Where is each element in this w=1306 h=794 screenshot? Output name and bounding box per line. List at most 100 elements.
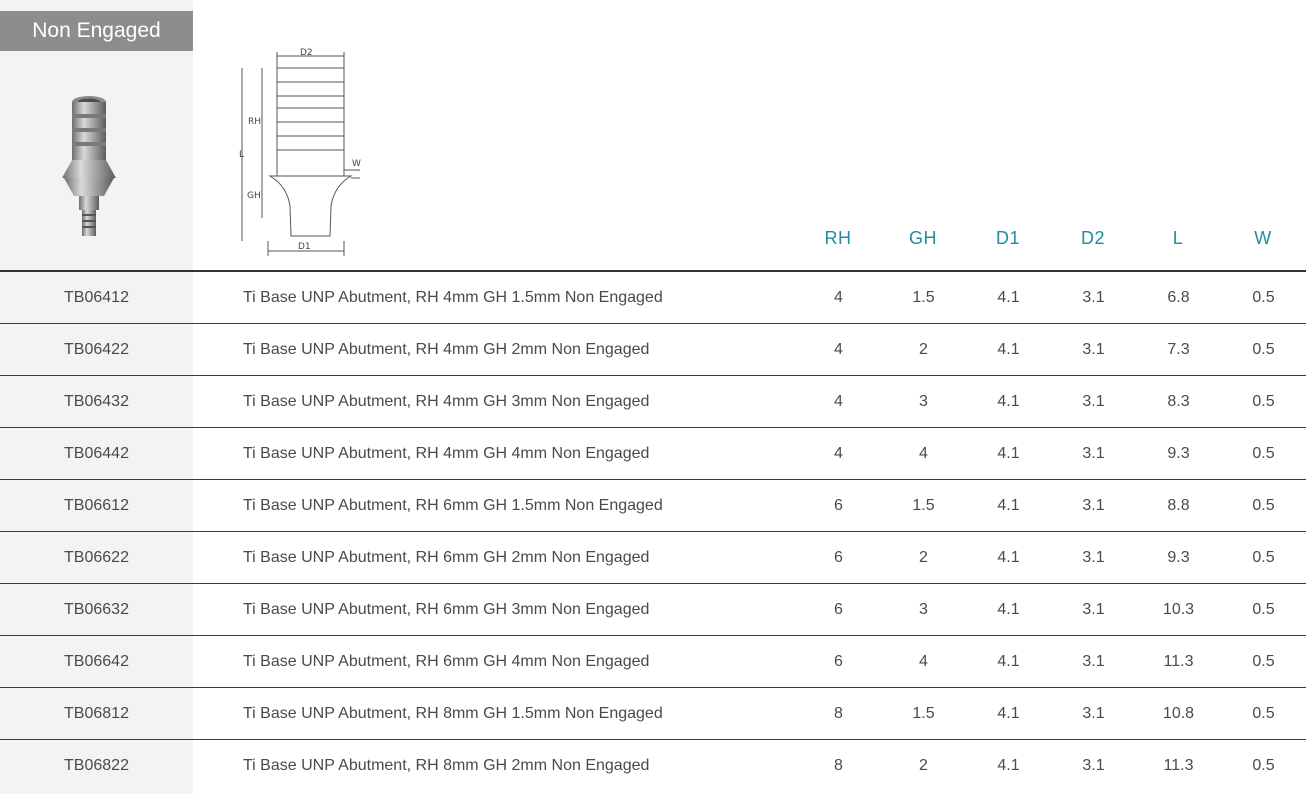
- col-header-d2: D2: [1080, 228, 1105, 248]
- cell-l: 10.3: [1136, 583, 1221, 636]
- dimension-drawing: D2 RH L W GH D1: [239, 48, 361, 256]
- cell-d2: 3.1: [1051, 583, 1136, 636]
- cell-l: 6.8: [1136, 272, 1221, 324]
- cell-d2: 3.1: [1051, 323, 1136, 376]
- label-rh: RH: [248, 117, 261, 127]
- cell-rh: 8: [834, 756, 843, 774]
- cell-d2: 3.1: [1082, 756, 1105, 774]
- cell-code: TB06432: [0, 375, 193, 428]
- cell-d2: 3.1: [1051, 531, 1136, 584]
- cell-rh: 4: [796, 272, 881, 324]
- cell-d1: 4.1: [966, 272, 1051, 324]
- cell-d2: 3.1: [1051, 635, 1136, 688]
- cell-rh: 8: [796, 687, 881, 740]
- col-header-d1: D1: [995, 228, 1020, 248]
- cell-d1: 4.1: [966, 375, 1051, 428]
- cell-code: TB06612: [0, 479, 193, 532]
- cell-rh: 6: [796, 531, 881, 584]
- col-header-l: L: [1172, 228, 1184, 248]
- cell-d2: 3.1: [1051, 687, 1136, 740]
- cell-d2: 3.1: [1051, 479, 1136, 532]
- product-spec-table: TB06412 Ti Base UNP Abutment, RH 4mm GH 1…: [0, 272, 1306, 791]
- cell-desc: Ti Base UNP Abutment, RH 4mm GH 3mm Non …: [193, 375, 796, 428]
- cell-d1: 4.1: [966, 635, 1051, 688]
- cell-code: TB06422: [0, 323, 193, 376]
- cell-w: 0.5: [1221, 272, 1306, 324]
- cell-w: 0.5: [1221, 427, 1306, 480]
- table-row: TB06642 Ti Base UNP Abutment, RH 6mm GH 4…: [0, 635, 1306, 688]
- cell-d2: 3.1: [1051, 427, 1136, 480]
- cell-d1: 4.1: [966, 687, 1051, 740]
- label-gh: GH: [247, 191, 261, 201]
- cell-gh: 4: [881, 635, 966, 688]
- table-row: TB06812 Ti Base UNP Abutment, RH 8mm GH 1…: [0, 687, 1306, 740]
- cell-l: 11.3: [1163, 756, 1194, 774]
- cell-d1: 4.1: [997, 756, 1020, 774]
- cell-desc: Ti Base UNP Abutment, RH 6mm GH 4mm Non …: [193, 635, 796, 688]
- table-row: TB06632 Ti Base UNP Abutment, RH 6mm GH 3…: [0, 583, 1306, 636]
- cell-l: 9.3: [1136, 531, 1221, 584]
- cell-w: 0.5: [1221, 687, 1306, 740]
- cell-gh: 3: [881, 583, 966, 636]
- cell-w: 0.5: [1221, 635, 1306, 688]
- cell-rh: 6: [796, 583, 881, 636]
- cell-l: 7.3: [1136, 323, 1221, 376]
- cell-rh: 4: [796, 375, 881, 428]
- cell-code: TB06642: [0, 635, 193, 688]
- cell-desc: Ti Base UNP Abutment, RH 8mm GH 1.5mm No…: [193, 687, 796, 740]
- cell-gh: 1.5: [881, 687, 966, 740]
- cell-code: TB06822: [0, 739, 193, 791]
- cell-l: 11.3: [1136, 635, 1221, 688]
- cell-l: 8.8: [1136, 479, 1221, 532]
- cell-code: TB06412: [0, 272, 193, 324]
- cell-rh: 4: [796, 427, 881, 480]
- cell-w: 0.5: [1221, 479, 1306, 532]
- cell-w: 0.5: [1221, 375, 1306, 428]
- cell-rh: 6: [796, 479, 881, 532]
- table-row: TB06612 Ti Base UNP Abutment, RH 6mm GH 1…: [0, 479, 1306, 532]
- cell-desc: Ti Base UNP Abutment, RH 8mm GH 2mm Non …: [243, 756, 650, 774]
- table-row: TB06422 Ti Base UNP Abutment, RH 4mm GH 2…: [0, 323, 1306, 376]
- table-row: TB06622 Ti Base UNP Abutment, RH 6mm GH 2…: [0, 531, 1306, 584]
- abutment-photo: [62, 96, 116, 236]
- cell-d2: 3.1: [1051, 375, 1136, 428]
- cell-d1: 4.1: [966, 531, 1051, 584]
- cell-w: 0.5: [1221, 323, 1306, 376]
- cell-d2: 3.1: [1051, 272, 1136, 324]
- cell-l: 10.8: [1136, 687, 1221, 740]
- table-row: TB06412 Ti Base UNP Abutment, RH 4mm GH 1…: [0, 272, 1306, 324]
- cell-gh: 2: [881, 323, 966, 376]
- cell-l: 8.3: [1136, 375, 1221, 428]
- cell-l: 9.3: [1136, 427, 1221, 480]
- cell-w: 0.5: [1221, 583, 1306, 636]
- label-w: W: [352, 159, 361, 169]
- cell-desc: Ti Base UNP Abutment, RH 6mm GH 2mm Non …: [193, 531, 796, 584]
- cell-d1: 4.1: [966, 583, 1051, 636]
- col-header-rh: RH: [824, 228, 852, 248]
- cell-d1: 4.1: [966, 427, 1051, 480]
- label-d1: D1: [298, 242, 311, 252]
- cell-gh: 2: [881, 531, 966, 584]
- cell-gh: 4: [881, 427, 966, 480]
- cell-rh: 6: [796, 635, 881, 688]
- cell-w: 0.5: [1221, 531, 1306, 584]
- col-header-gh: GH: [909, 228, 937, 248]
- section-badge: Non Engaged: [0, 11, 193, 51]
- cell-desc: Ti Base UNP Abutment, RH 4mm GH 1.5mm No…: [193, 272, 796, 324]
- cell-desc: Ti Base UNP Abutment, RH 6mm GH 3mm Non …: [193, 583, 796, 636]
- cell-code: TB06622: [0, 531, 193, 584]
- table-row: TB06432 Ti Base UNP Abutment, RH 4mm GH 3…: [0, 375, 1306, 428]
- cell-code: TB06442: [0, 427, 193, 480]
- cell-gh: 1.5: [881, 479, 966, 532]
- cell-d1: 4.1: [966, 323, 1051, 376]
- cell-desc: Ti Base UNP Abutment, RH 6mm GH 1.5mm No…: [193, 479, 796, 532]
- cell-code: TB06632: [0, 583, 193, 636]
- cell-desc: Ti Base UNP Abutment, RH 4mm GH 4mm Non …: [193, 427, 796, 480]
- cell-gh: 2: [919, 756, 928, 774]
- label-d2: D2: [300, 48, 313, 58]
- table-row: TB06822 Ti Base UNP Abutment, RH 8mm GH 2…: [0, 739, 1306, 791]
- col-header-w: W: [1254, 228, 1272, 248]
- cell-d1: 4.1: [966, 479, 1051, 532]
- cell-desc: Ti Base UNP Abutment, RH 4mm GH 2mm Non …: [193, 323, 796, 376]
- cell-code: TB06812: [0, 687, 193, 740]
